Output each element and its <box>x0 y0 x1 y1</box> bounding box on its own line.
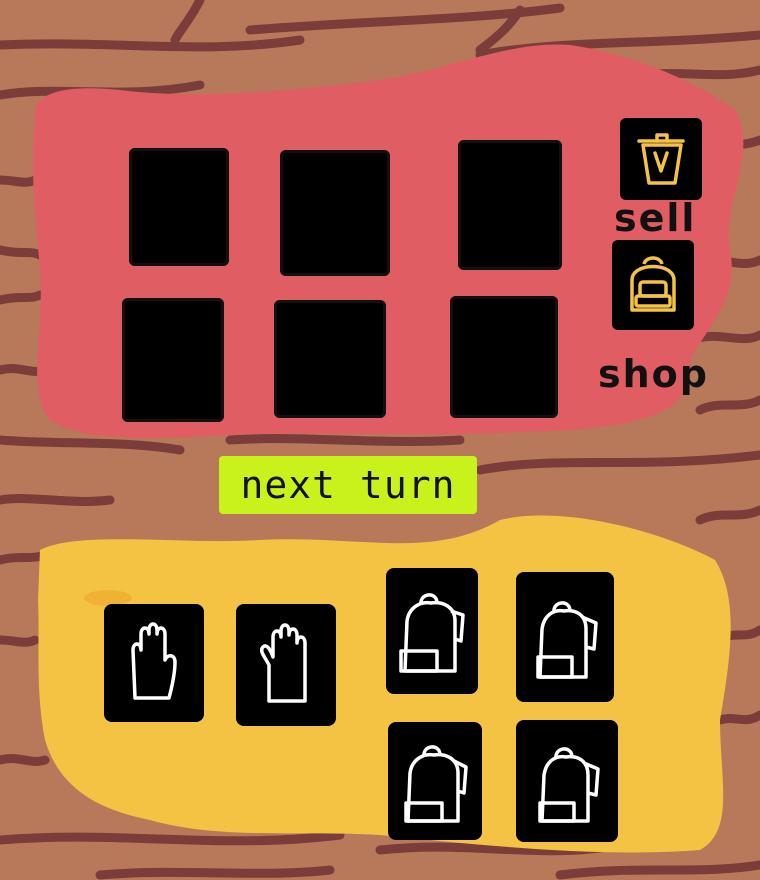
backpack-icon <box>536 601 598 679</box>
trash-can-icon <box>637 133 685 185</box>
backpack-icon <box>399 593 465 673</box>
hand-slot-2[interactable] <box>236 604 336 726</box>
shop-slot-5[interactable] <box>274 300 386 418</box>
backpack-slot-2[interactable] <box>516 572 614 702</box>
hand-icon <box>131 622 177 700</box>
backpack-icon <box>538 747 600 823</box>
shop-slot-3[interactable] <box>458 140 562 270</box>
shop-label: shop <box>598 352 709 396</box>
backpack-slot-4[interactable] <box>516 720 618 842</box>
backpack-icon <box>630 256 676 312</box>
backpack-slot-3[interactable] <box>388 722 482 840</box>
sell-button[interactable] <box>620 118 702 200</box>
backpack-icon <box>404 745 468 823</box>
hand-slot-1[interactable] <box>104 604 204 722</box>
shop-slot-4[interactable] <box>122 298 224 422</box>
shop-slot-2[interactable] <box>280 150 390 276</box>
hand-icon <box>259 623 307 703</box>
shop-button[interactable] <box>612 240 694 330</box>
backpack-slot-1[interactable] <box>386 568 478 694</box>
shop-slot-1[interactable] <box>129 148 229 266</box>
shop-slot-6[interactable] <box>450 296 558 418</box>
sell-label: sell <box>614 196 697 240</box>
